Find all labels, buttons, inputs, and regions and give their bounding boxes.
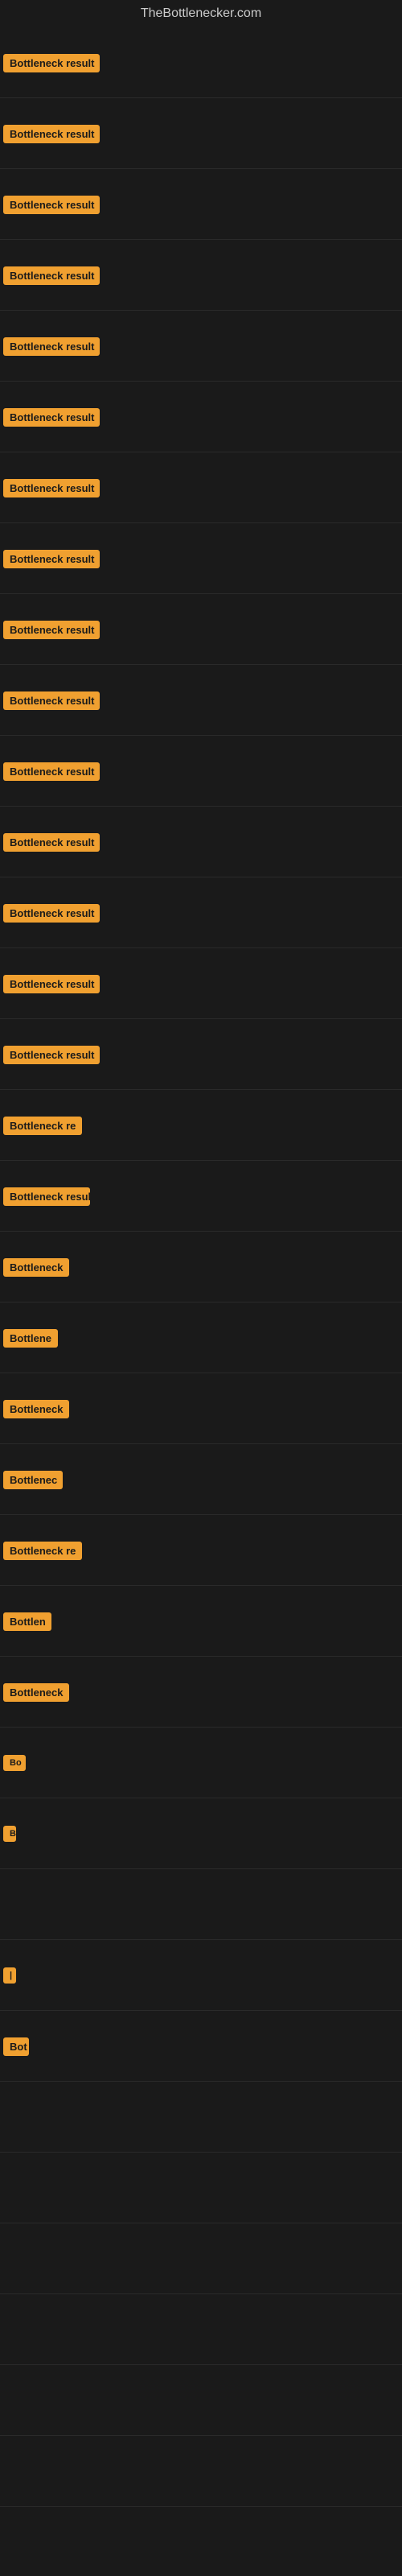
list-item	[0, 2365, 402, 2436]
list-item: Bottleneck result	[0, 1019, 402, 1090]
bottleneck-result-tag[interactable]: Bottleneck result	[3, 550, 100, 568]
list-item: Bottleneck result	[0, 594, 402, 665]
bottleneck-result-tag[interactable]: Bottleneck resul	[3, 1187, 90, 1206]
list-item: Bottleneck result	[0, 523, 402, 594]
bottleneck-result-tag[interactable]: Bottleneck	[3, 1258, 69, 1277]
bottleneck-result-tag[interactable]: Bottleneck	[3, 1683, 69, 1702]
list-item	[0, 2436, 402, 2507]
list-item: Bottleneck result	[0, 948, 402, 1019]
list-item: Bot	[0, 2011, 402, 2082]
list-item: Bo	[0, 1728, 402, 1798]
list-item: Bottleneck resul	[0, 1161, 402, 1232]
list-item: Bottleneck result	[0, 169, 402, 240]
list-item: Bottleneck re	[0, 1090, 402, 1161]
list-item	[0, 2223, 402, 2294]
list-item: Bottleneck result	[0, 311, 402, 382]
bottleneck-result-tag[interactable]: Bottleneck result	[3, 1046, 100, 1064]
list-item	[0, 2294, 402, 2365]
list-item	[0, 2082, 402, 2153]
list-item: Bottleneck result	[0, 382, 402, 452]
list-item	[0, 1869, 402, 1940]
bottleneck-result-tag[interactable]: Bottlene	[3, 1329, 58, 1348]
bottleneck-result-tag[interactable]: Bottleneck result	[3, 621, 100, 639]
list-item: Bottlen	[0, 1586, 402, 1657]
list-item: Bottleneck	[0, 1657, 402, 1728]
list-item: Bottleneck result	[0, 736, 402, 807]
bottleneck-result-tag[interactable]: Bottleneck	[3, 1400, 69, 1418]
list-item: Bottleneck re	[0, 1515, 402, 1586]
list-item: Bottleneck	[0, 1373, 402, 1444]
bottleneck-result-tag[interactable]: Bottlen	[3, 1612, 51, 1631]
bottleneck-result-tag[interactable]: Bottlenec	[3, 1471, 63, 1489]
bottleneck-result-tag[interactable]: Bottleneck result	[3, 833, 100, 852]
bottleneck-result-tag[interactable]: Bottleneck result	[3, 125, 100, 143]
list-item: Bottleneck result	[0, 452, 402, 523]
bottleneck-result-tag[interactable]: Bottleneck result	[3, 975, 100, 993]
bottleneck-result-tag[interactable]: Bottleneck result	[3, 904, 100, 923]
bottleneck-result-tag[interactable]: Bottleneck result	[3, 54, 100, 72]
bottleneck-result-tag[interactable]: |	[3, 1967, 16, 1984]
bottleneck-result-tag[interactable]: Bottleneck result	[3, 266, 100, 285]
bottleneck-result-tag[interactable]: B	[3, 1826, 16, 1842]
list-item: Bottleneck result	[0, 807, 402, 877]
site-title: TheBottlenecker.com	[0, 0, 402, 27]
bottleneck-result-tag[interactable]: Bottleneck result	[3, 691, 100, 710]
list-item: Bottleneck result	[0, 665, 402, 736]
bottleneck-result-tag[interactable]: Bottleneck result	[3, 479, 100, 497]
list-item: Bottleneck result	[0, 240, 402, 311]
bottleneck-result-tag[interactable]: Bottleneck re	[3, 1117, 82, 1135]
list-item: |	[0, 1940, 402, 2011]
list-item: B	[0, 1798, 402, 1869]
bottleneck-result-tag[interactable]: Bottleneck result	[3, 337, 100, 356]
list-item: Bottleneck result	[0, 877, 402, 948]
list-item: Bottleneck result	[0, 98, 402, 169]
bottleneck-result-tag[interactable]: Bottleneck result	[3, 196, 100, 214]
bottleneck-result-tag[interactable]: Bot	[3, 2037, 29, 2056]
list-item: Bottlene	[0, 1302, 402, 1373]
bottleneck-result-tag[interactable]: Bottleneck result	[3, 408, 100, 427]
bottleneck-result-tag[interactable]: Bo	[3, 1755, 26, 1771]
list-item: Bottleneck result	[0, 27, 402, 98]
bottleneck-result-tag[interactable]: Bottleneck result	[3, 762, 100, 781]
list-item: Bottleneck	[0, 1232, 402, 1302]
list-item	[0, 2153, 402, 2223]
bottleneck-result-tag[interactable]: Bottleneck re	[3, 1542, 82, 1560]
list-item: Bottlenec	[0, 1444, 402, 1515]
